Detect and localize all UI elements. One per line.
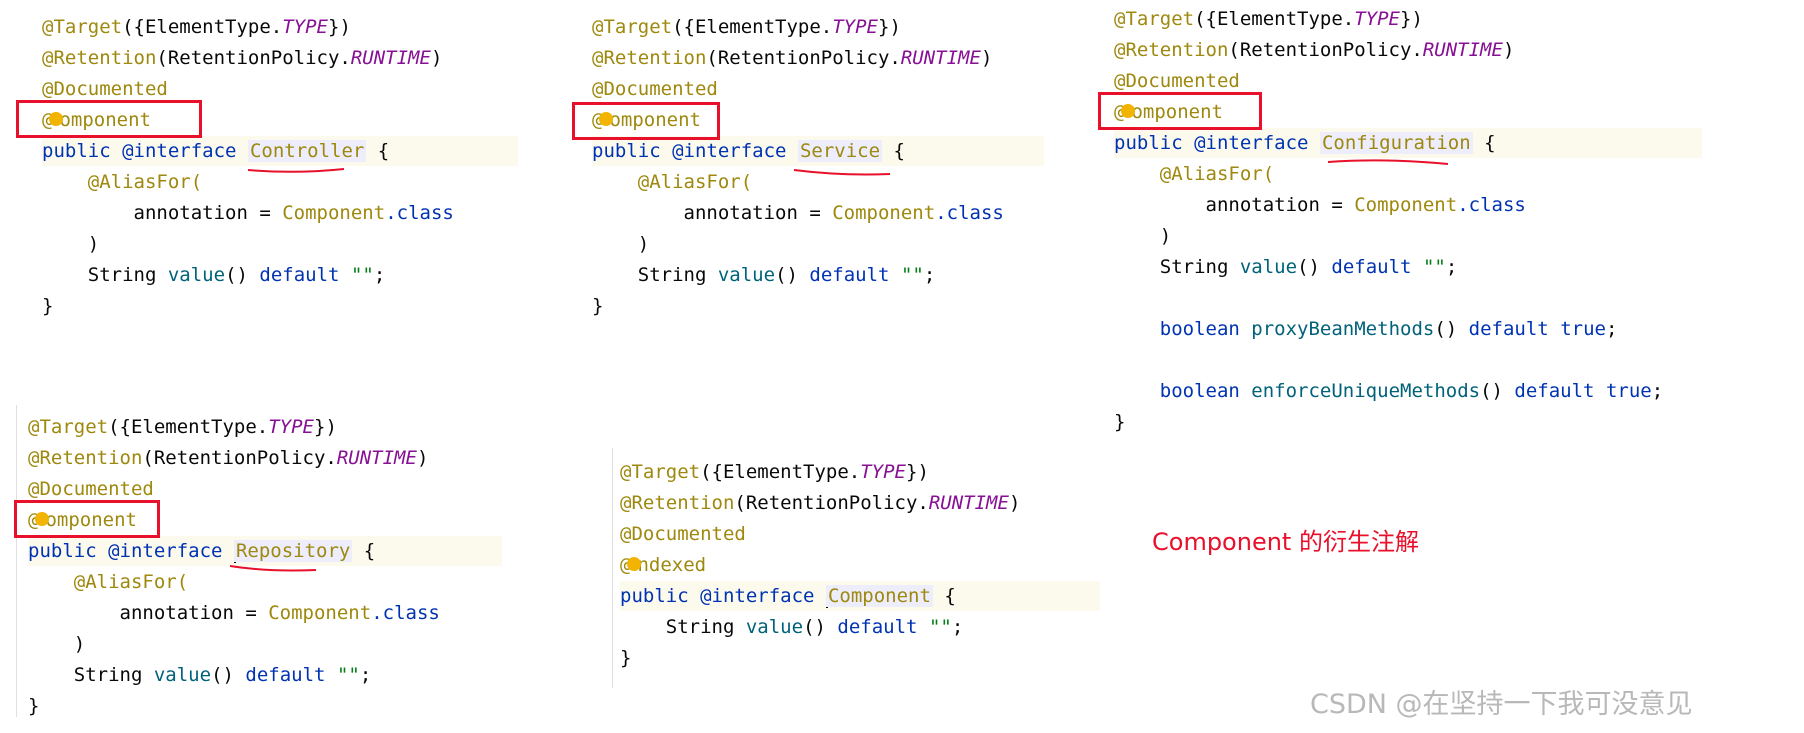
code-line-component-annotation: @ omponent bbox=[1114, 101, 1223, 123]
code-panel-repository: @Target({ElementType.TYPE}) @Retention(R… bbox=[28, 410, 508, 720]
code-line-target: @Target({ElementType.TYPE}) bbox=[620, 461, 929, 483]
code-line-declaration: public @interface Repository { bbox=[28, 536, 502, 566]
code-line-documented: @Documented bbox=[592, 78, 718, 100]
code-line-documented: @Documented bbox=[42, 78, 168, 100]
code-line-retention: @Retention(RetentionPolicy.RUNTIME) bbox=[28, 447, 429, 469]
code-line-indexed-annotation: @ ndexed bbox=[620, 554, 707, 576]
interface-name[interactable]: Controller bbox=[247, 140, 367, 162]
code-line-aliasfor: @AliasFor( bbox=[87, 171, 203, 193]
interface-name[interactable]: Component bbox=[825, 585, 933, 607]
code-line-value-method: String value() default ""; bbox=[73, 664, 372, 686]
interface-name[interactable]: Configuration bbox=[1319, 132, 1473, 154]
code-line-aliasfor: @AliasFor( bbox=[1159, 163, 1275, 185]
code-line-declaration: public @interface Component { bbox=[620, 581, 1100, 611]
code-line-annotation-attr: annotation = Component.class bbox=[119, 602, 440, 624]
code-line-retention: @Retention(RetentionPolicy.RUNTIME) bbox=[620, 492, 1021, 514]
code-line-paren-close: ) bbox=[637, 233, 650, 255]
code-line-target: @Target({ElementType.TYPE}) bbox=[592, 16, 901, 38]
code-line-value-method: String value() default ""; bbox=[637, 264, 936, 286]
code-line-documented: @Documented bbox=[28, 478, 154, 500]
code-line-brace-close: } bbox=[42, 295, 54, 317]
code-line-component-annotation: @ omponent bbox=[42, 109, 151, 131]
code-line-declaration: public @interface Configuration { bbox=[1114, 128, 1702, 158]
code-line-value-method: String value() default ""; bbox=[665, 616, 964, 638]
code-line-target: @Target({ElementType.TYPE}) bbox=[28, 416, 337, 438]
lightbulb-icon[interactable] bbox=[627, 556, 642, 571]
code-line-declaration: public @interface Service { bbox=[592, 136, 1044, 166]
code-line-retention: @Retention(RetentionPolicy.RUNTIME) bbox=[42, 47, 443, 69]
code-line-brace-close: } bbox=[592, 295, 604, 317]
code-line-retention: @Retention(RetentionPolicy.RUNTIME) bbox=[592, 47, 993, 69]
interface-name[interactable]: Repository bbox=[233, 540, 353, 562]
code-line-retention: @Retention(RetentionPolicy.RUNTIME) bbox=[1114, 39, 1515, 61]
code-line-brace-close: } bbox=[620, 647, 632, 669]
code-line-aliasfor: @AliasFor( bbox=[637, 171, 753, 193]
code-line-paren-close: ) bbox=[87, 233, 100, 255]
code-panel-controller: @Target({ElementType.TYPE}) @Retention(R… bbox=[42, 10, 522, 320]
code-line-aliasfor: @AliasFor( bbox=[73, 571, 189, 593]
code-line-proxy-bean-methods: boolean proxyBeanMethods() default true; bbox=[1159, 318, 1618, 340]
code-line-annotation-attr: annotation = Component.class bbox=[683, 202, 1004, 224]
lightbulb-icon[interactable] bbox=[49, 111, 64, 126]
code-line-paren-close: ) bbox=[73, 633, 86, 655]
code-line-annotation-attr: annotation = Component.class bbox=[133, 202, 454, 224]
code-panel-component: @Target({ElementType.TYPE}) @Retention(R… bbox=[620, 455, 1100, 675]
code-line-value-method: String value() default ""; bbox=[87, 264, 386, 286]
code-line-annotation-attr: annotation = Component.class bbox=[1205, 194, 1526, 216]
editor-gutter-line bbox=[612, 448, 613, 688]
code-line-declaration: public @interface Controller { bbox=[42, 136, 518, 166]
code-line-paren-close: ) bbox=[1159, 225, 1172, 247]
code-line-component-annotation: @ omponent bbox=[592, 109, 701, 131]
editor-gutter-line bbox=[16, 405, 17, 717]
code-line-component-annotation: @ omponent bbox=[28, 509, 137, 531]
watermark-text: CSDN @在坚持一下我可没意见 bbox=[1310, 689, 1693, 720]
code-line-documented: @Documented bbox=[620, 523, 746, 545]
code-line-brace-close: } bbox=[1114, 411, 1126, 433]
caption-text: Component 的衍生注解 bbox=[1152, 528, 1419, 556]
lightbulb-icon[interactable] bbox=[35, 511, 50, 526]
code-line-brace-close: } bbox=[28, 695, 40, 717]
code-line-documented: @Documented bbox=[1114, 70, 1240, 92]
code-line-enforce-unique-methods: boolean enforceUniqueMethods() default t… bbox=[1159, 380, 1664, 402]
code-line-value-method: String value() default ""; bbox=[1159, 256, 1458, 278]
lightbulb-icon[interactable] bbox=[599, 111, 614, 126]
code-line-target: @Target({ElementType.TYPE}) bbox=[1114, 8, 1423, 30]
lightbulb-icon[interactable] bbox=[1121, 103, 1136, 118]
code-panel-service: @Target({ElementType.TYPE}) @Retention(R… bbox=[592, 10, 1072, 320]
interface-name[interactable]: Service bbox=[797, 140, 883, 162]
code-line-target: @Target({ElementType.TYPE}) bbox=[42, 16, 351, 38]
code-panel-configuration: @Target({ElementType.TYPE}) @Retention(R… bbox=[1114, 2, 1714, 433]
